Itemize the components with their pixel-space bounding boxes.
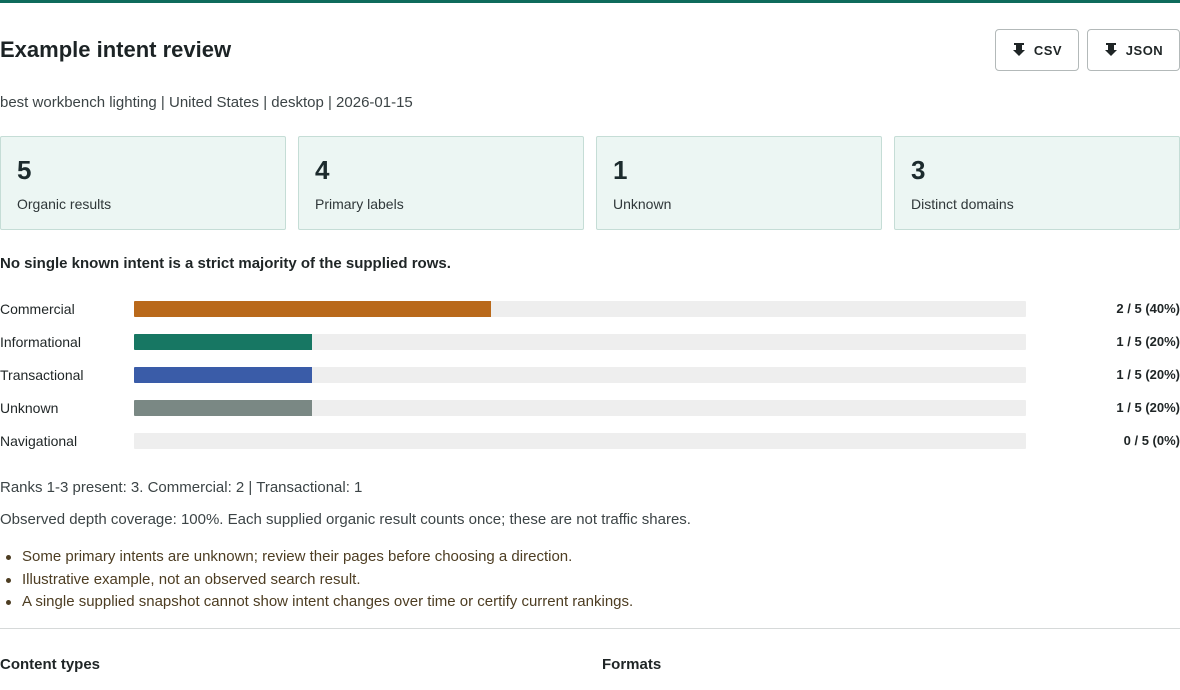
caveat-item: A single supplied snapshot cannot show i…: [0, 591, 633, 614]
caveat-text: A single supplied snapshot cannot show i…: [22, 593, 634, 610]
download-icon: [1012, 42, 1026, 58]
download-icon: [1104, 42, 1118, 58]
query-context: best workbench lighting | United States …: [0, 94, 413, 111]
export-json-label: JSON: [1125, 42, 1164, 58]
stat-label: Unknown: [613, 196, 672, 212]
intent-bar-track: [134, 301, 1026, 317]
stat-value: 4: [315, 155, 330, 185]
intent-bar-track: [134, 334, 1026, 350]
intent-bar-track: [134, 400, 1026, 416]
stat-value: 5: [17, 155, 32, 185]
intent-bar-fill: [134, 367, 313, 383]
caveat-item: Some primary intents are unknown; review…: [0, 546, 633, 569]
stat-value: 3: [911, 155, 926, 185]
intent-bar-fill: [134, 334, 313, 350]
intent-row-transactional: Transactional 1 / 5 (20%): [0, 366, 1180, 384]
stat-label: Distinct domains: [911, 196, 1014, 212]
intent-count: 1 / 5 (20%): [1116, 400, 1180, 415]
intent-row-unknown: Unknown 1 / 5 (20%): [0, 399, 1180, 417]
intent-row-informational: Informational 1 / 5 (20%): [0, 333, 1180, 351]
caveat-text: Some primary intents are unknown; review…: [22, 548, 573, 565]
intent-bar-fill: [134, 400, 313, 416]
export-csv-label: CSV: [1033, 42, 1063, 58]
page-title: Example intent review: [0, 37, 232, 62]
intent-count: 2 / 5 (40%): [1116, 301, 1180, 316]
intent-label: Commercial: [0, 301, 75, 317]
caveat-text: Illustrative example, not an observed se…: [22, 570, 361, 588]
intent-row-navigational: Navigational 0 / 5 (0%): [0, 432, 1180, 450]
export-json-button[interactable]: JSON: [1087, 29, 1180, 71]
caveat-item: Illustrative example, not an observed se…: [0, 569, 633, 592]
intent-row-commercial: Commercial 2 / 5 (40%): [0, 300, 1180, 318]
top-accent-rule: [0, 0, 1180, 3]
formats-heading: Formats: [602, 656, 662, 673]
ranks-summary: Ranks 1-3 present: 3. Commercial: 2 | Tr…: [0, 479, 363, 496]
intent-bar-track: [134, 367, 1026, 383]
bullet-icon: [6, 577, 11, 583]
intent-count: 1 / 5 (20%): [1116, 334, 1180, 349]
intent-label: Transactional: [0, 367, 84, 383]
intent-count: 0 / 5 (0%): [1123, 433, 1180, 448]
caveat-list: Some primary intents are unknown; review…: [0, 546, 633, 614]
intent-label: Navigational: [0, 433, 78, 449]
bullet-icon: [6, 555, 11, 560]
intent-bar-fill: [134, 301, 491, 317]
stat-card-distinct-domains: 3 Distinct domains: [894, 136, 1180, 230]
intent-bar-track: [134, 433, 1026, 449]
stat-label: Primary labels: [315, 196, 404, 212]
coverage-note: Observed depth coverage: 100%. Each supp…: [0, 511, 691, 528]
majority-verdict: No single known intent is a strict major…: [0, 255, 451, 272]
export-csv-button[interactable]: CSV: [995, 29, 1079, 71]
stat-label: Organic results: [17, 196, 112, 212]
intent-count: 1 / 5 (20%): [1116, 367, 1180, 382]
bullet-icon: [6, 600, 11, 605]
stat-value: 1: [613, 155, 628, 185]
section-divider: [0, 628, 1180, 629]
intent-label: Unknown: [0, 400, 59, 416]
stat-card-primary-labels: 4 Primary labels: [298, 136, 584, 230]
content-types-heading: Content types: [0, 656, 101, 673]
stat-card-unknown: 1 Unknown: [596, 136, 882, 230]
stat-card-organic-results: 5 Organic results: [0, 136, 286, 230]
intent-label: Informational: [0, 334, 81, 350]
